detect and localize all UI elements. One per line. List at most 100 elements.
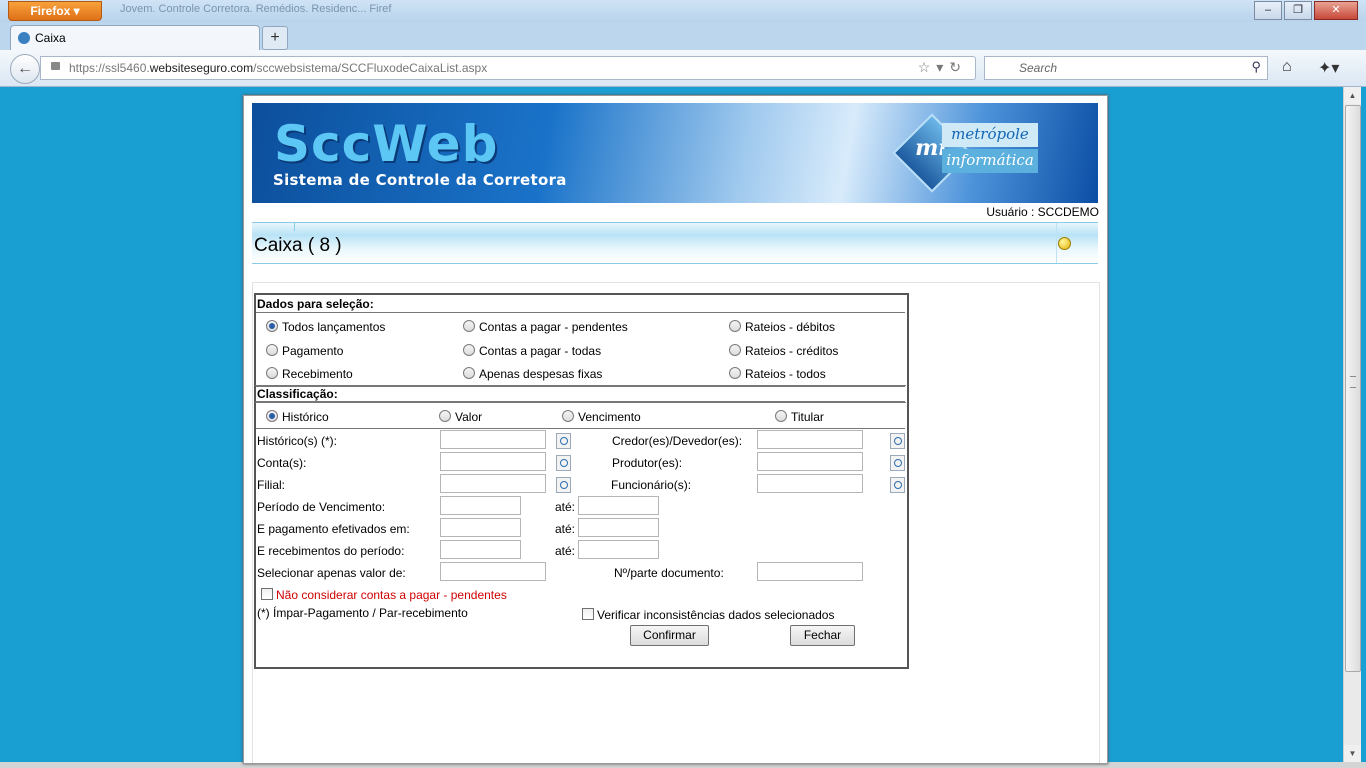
- radio-icon: [729, 367, 741, 379]
- checkbox-icon: [261, 588, 273, 600]
- close-window-button[interactable]: ✕: [1314, 1, 1358, 20]
- credor-label: Credor(es)/Devedor(es):: [612, 434, 743, 448]
- vencimento-end-input[interactable]: [578, 496, 659, 515]
- vencimento-start-input[interactable]: [440, 496, 521, 515]
- recebimentos-label: E recebimentos do período:: [257, 544, 405, 558]
- page-container: SccWeb Sistema de Controle da Corretora …: [243, 95, 1108, 764]
- tab-title: Caixa: [35, 31, 66, 45]
- recebimentos-end-input[interactable]: [578, 540, 659, 559]
- funcionario-input[interactable]: [757, 474, 863, 493]
- firefox-menu-button[interactable]: Firefox ▾: [8, 1, 102, 21]
- radio-rateios-creditos[interactable]: Rateios - créditos: [729, 344, 838, 358]
- radio-icon: [266, 320, 278, 332]
- pagamentos-end-input[interactable]: [578, 518, 659, 537]
- header-banner: SccWeb Sistema de Controle da Corretora …: [252, 103, 1098, 203]
- radio-icon: [729, 320, 741, 332]
- documento-input[interactable]: [757, 562, 863, 581]
- pagamentos-start-input[interactable]: [440, 518, 521, 537]
- note-text: (*) Ímpar-Pagamento / Par-recebimento: [257, 606, 468, 620]
- filial-label: Filial:: [257, 478, 286, 492]
- radio-icon: [562, 410, 574, 422]
- produtor-input[interactable]: [757, 452, 863, 471]
- url-text: https://ssl5460.websiteseguro.com/sccweb…: [69, 61, 488, 75]
- url-bar[interactable]: https://ssl5460.websiteseguro.com/sccweb…: [40, 56, 976, 80]
- radio-icon: [439, 410, 451, 422]
- radio-despesas-fixas[interactable]: Apenas despesas fixas: [463, 367, 602, 381]
- navigation-toolbar: ← https://ssl5460.websiteseguro.com/sccw…: [0, 50, 1366, 87]
- historico-lookup-icon[interactable]: [556, 433, 571, 449]
- scroll-down-icon[interactable]: ▼: [1344, 745, 1361, 762]
- minimize-button[interactable]: ‒: [1254, 1, 1282, 20]
- tab-caixa[interactable]: Caixa: [10, 25, 260, 51]
- nao-considerar-checkbox[interactable]: Não considerar contas a pagar - pendente…: [261, 588, 507, 602]
- radio-recebimento[interactable]: Recebimento: [266, 367, 353, 381]
- credor-lookup-icon[interactable]: [890, 433, 905, 449]
- credor-input[interactable]: [757, 430, 863, 449]
- logo-subtitle: Sistema de Controle da Corretora: [273, 171, 567, 189]
- window-title: Jovem. Controle Corretora. Remédios. Res…: [120, 3, 392, 15]
- tab-strip: Caixa +: [0, 22, 1366, 51]
- radio-contas-pagar-todas[interactable]: Contas a pagar - todas: [463, 344, 601, 358]
- conta-input[interactable]: [440, 452, 546, 471]
- back-arrow-icon: ←: [17, 60, 33, 77]
- bookmarks-menu-icon[interactable]: ✦▾: [1318, 58, 1339, 78]
- new-tab-button[interactable]: +: [262, 26, 288, 50]
- site-favicon-icon: [18, 32, 30, 44]
- user-label: Usuário : SCCDEMO: [986, 205, 1099, 219]
- partner-name-2: informática: [942, 149, 1038, 173]
- maximize-button[interactable]: ❐: [1284, 1, 1312, 20]
- radio-todos-lancamentos[interactable]: Todos lançamentos: [266, 320, 385, 334]
- status-indicator-icon: [1058, 237, 1071, 250]
- funcionario-label: Funcionário(s):: [611, 478, 692, 492]
- radio-historico[interactable]: Histórico: [266, 410, 329, 424]
- lock-icon: [51, 62, 60, 70]
- filial-input[interactable]: [440, 474, 546, 493]
- periodo-vencimento-label: Período de Vencimento:: [257, 500, 386, 514]
- radio-titular[interactable]: Titular: [775, 410, 824, 424]
- filial-lookup-icon[interactable]: [556, 477, 571, 493]
- radio-rateios-debitos[interactable]: Rateios - débitos: [729, 320, 835, 334]
- valor-label: Selecionar apenas valor de:: [257, 566, 406, 580]
- classification-heading: Classificação:: [257, 387, 338, 401]
- produtor-lookup-icon[interactable]: [890, 455, 905, 471]
- radio-icon: [463, 367, 475, 379]
- scroll-thumb[interactable]: [1345, 105, 1361, 672]
- close-button[interactable]: Fechar: [790, 625, 855, 646]
- confirm-button[interactable]: Confirmar: [630, 625, 709, 646]
- valor-input[interactable]: [440, 562, 546, 581]
- filter-form: Dados para seleção: Todos lançamentos Co…: [254, 293, 909, 669]
- logo-title: SccWeb: [274, 115, 499, 173]
- radio-contas-pagar-pendentes[interactable]: Contas a pagar - pendentes: [463, 320, 628, 334]
- bookmark-star-icon[interactable]: ☆▾↻: [918, 59, 967, 76]
- radio-pagamento[interactable]: Pagamento: [266, 344, 343, 358]
- produtor-label: Produtor(es):: [612, 456, 683, 470]
- search-input[interactable]: Search: [1019, 61, 1057, 75]
- checkbox-icon: [582, 608, 594, 620]
- recebimentos-start-input[interactable]: [440, 540, 521, 559]
- title-bar: Caixa ( 8 ): [252, 222, 1098, 264]
- scroll-up-icon[interactable]: ▲: [1344, 87, 1361, 104]
- home-icon[interactable]: ⌂: [1282, 58, 1292, 76]
- radio-valor[interactable]: Valor: [439, 410, 482, 424]
- conta-lookup-icon[interactable]: [556, 455, 571, 471]
- pagamentos-ate-label: até:: [555, 522, 576, 536]
- radio-icon: [775, 410, 787, 422]
- search-bar[interactable]: Search ⚲: [984, 56, 1268, 80]
- window-titlebar: Firefox ▾ Jovem. Controle Corretora. Rem…: [0, 0, 1366, 22]
- back-button[interactable]: ←: [10, 54, 40, 84]
- conta-label: Conta(s):: [257, 456, 307, 470]
- radio-rateios-todos[interactable]: Rateios - todos: [729, 367, 826, 381]
- vencimento-ate-label: até:: [555, 500, 576, 514]
- funcionario-lookup-icon[interactable]: [890, 477, 905, 493]
- radio-icon: [463, 320, 475, 332]
- recebimentos-ate-label: até:: [555, 544, 576, 558]
- radio-icon: [729, 344, 741, 356]
- page-title: Caixa ( 8 ): [254, 235, 342, 256]
- vertical-scrollbar[interactable]: ▲ ▼: [1343, 87, 1361, 762]
- radio-vencimento[interactable]: Vencimento: [562, 410, 641, 424]
- pagamentos-label: E pagamento efetivados em:: [257, 522, 410, 536]
- historico-input[interactable]: [440, 430, 546, 449]
- verificar-checkbox[interactable]: Verificar inconsistências dados selecion…: [582, 608, 834, 622]
- radio-icon: [463, 344, 475, 356]
- search-icon[interactable]: ⚲: [1251, 59, 1261, 75]
